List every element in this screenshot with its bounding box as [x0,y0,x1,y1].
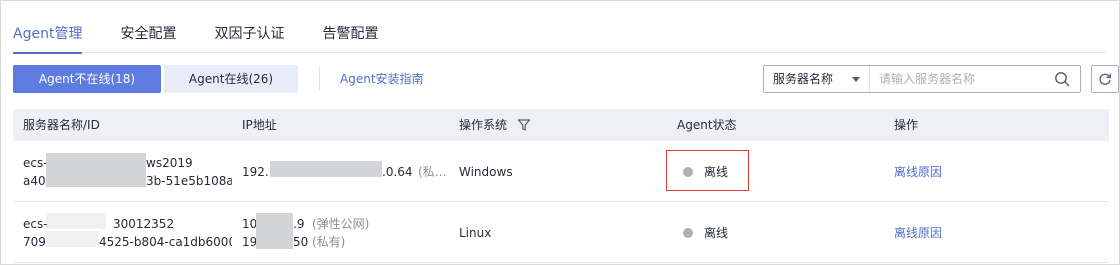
os-cell: Linux [449,202,667,262]
caret-down-icon [852,77,860,82]
table-header: 服务器名称/ID IP地址 操作系统 Agent状态 操作 [13,109,1109,141]
column-header-os: 操作系统 [449,109,667,141]
private-ip-type: (私有) [312,235,346,249]
eip-type: (弹性公网) [312,217,370,231]
os-value: Linux [459,226,492,240]
offline-dot-icon [683,228,693,238]
table-row: ecs- ws2019 a40 3b-51e5b108aa4 192. .0.6… [13,141,1109,202]
tab-alarm-config[interactable]: 告警配置 [322,11,378,53]
column-header-server-name: 服务器名称/ID [23,118,100,132]
toolbar: Agent不在线(18) Agent在线(26) Agent安装指南 服务器名称 [13,65,1119,93]
server-name-cell: ecs- ws2019 a40 3b-51e5b108aa4 [13,141,232,201]
agent-status-cell: 离线 [667,202,884,262]
redacted-block [46,213,106,229]
agent-status-cell: 离线 [666,141,884,201]
redacted-block [256,213,293,249]
redacted-block [270,161,382,177]
agent-online-button[interactable]: Agent在线(26) [164,65,298,93]
status-badge: 离线 [683,226,728,240]
redacted-block [46,231,99,247]
agent-install-guide-link[interactable]: Agent安装指南 [340,65,424,93]
tab-agent-management[interactable]: Agent管理 [13,11,83,54]
server-name-cell: ecs- 30012352 709 4525-b804-ca1db6000 [13,202,232,262]
private-ip-prefix: 19 [242,235,258,249]
server-id-suffix: 3b-51e5b108aa4 [146,174,232,188]
ip-cell: 10 19 .9 (弹性公网) 50 (私有) [232,202,449,262]
actions-cell: 离线原因 [884,202,1109,262]
ip-suffix: .0.64 [382,165,413,179]
tab-two-factor-auth[interactable]: 双因子认证 [214,11,284,53]
column-header-actions: 操作 [894,118,919,132]
filter-icon[interactable] [517,118,531,132]
table-row: ecs- 30012352 709 4525-b804-ca1db6000 10… [13,202,1109,263]
status-text: 离线 [704,165,729,179]
ip-cell: 192. .0.64 (私… [232,141,449,201]
ip-type: (私… [418,165,447,179]
column-header-ip: IP地址 [242,118,277,132]
os-value: Windows [459,165,513,179]
agent-table: 服务器名称/ID IP地址 操作系统 Agent状态 操作 ecs- ws201… [13,109,1109,263]
search-input[interactable] [871,66,1041,92]
private-ip-suffix: 50 [293,235,309,249]
refresh-icon [1099,73,1112,85]
status-text: 离线 [704,226,729,240]
toolbar-divider [319,67,320,91]
offline-dot-icon [683,167,693,177]
server-name-prefix: ecs- [23,156,48,170]
agent-management-panel: Agent管理 安全配置 双因子认证 告警配置 Agent不在线(18) Age… [0,0,1120,265]
eip-prefix: 10 [242,217,258,231]
tab-bar: Agent管理 安全配置 双因子认证 告警配置 [13,11,1107,54]
server-name-suffix: 30012352 [113,217,175,231]
os-cell: Windows [449,141,667,201]
server-name-suffix: ws2019 [146,156,193,170]
search-field-select-value: 服务器名称 [773,72,834,86]
column-header-os-label: 操作系统 [459,118,508,132]
search-icon[interactable] [1054,71,1070,87]
refresh-button[interactable] [1091,65,1119,93]
column-header-agent-status: Agent状态 [677,118,737,132]
server-id-prefix: a40 [23,174,46,188]
search-box: 服务器名称 [763,65,1081,93]
status-badge: 离线 [683,165,728,179]
agent-offline-button[interactable]: Agent不在线(18) [13,65,161,93]
tab-security-config[interactable]: 安全配置 [120,11,176,53]
server-name-prefix: ecs- [23,217,48,231]
search-field-select[interactable]: 服务器名称 [764,66,870,92]
eip-suffix: .9 [293,217,305,231]
ip-prefix: 192. [242,165,269,179]
offline-reason-link[interactable]: 离线原因 [894,165,942,179]
offline-reason-link[interactable]: 离线原因 [894,226,942,240]
redacted-block [46,153,146,187]
server-id-prefix: 709 [23,235,46,249]
actions-cell: 离线原因 [884,141,1109,201]
server-id-suffix: 4525-b804-ca1db6000 [99,235,232,249]
